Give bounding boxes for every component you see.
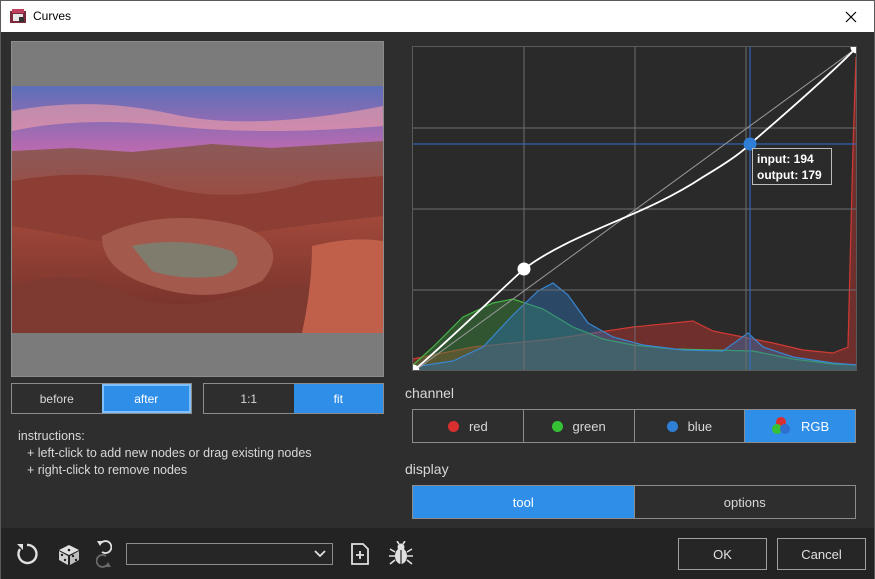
bug-icon: [389, 541, 413, 565]
zoom-1-1-button[interactable]: 1:1: [204, 384, 294, 413]
after-button[interactable]: after: [101, 384, 191, 413]
red-dot-icon: [447, 420, 459, 432]
channel-selector: red green blue RGB: [412, 409, 856, 443]
reset-button[interactable]: [14, 541, 40, 567]
close-button[interactable]: [828, 1, 874, 32]
ok-button[interactable]: OK: [678, 538, 767, 570]
blue-dot-icon: [666, 420, 678, 432]
instructions-line-2: + right-click to remove nodes: [27, 463, 188, 477]
display-options-tab[interactable]: options: [633, 486, 856, 518]
rgb-dots-icon: [772, 417, 791, 434]
undo-icon[interactable]: [96, 540, 112, 554]
channel-label: channel: [405, 385, 455, 401]
tooltip-output: output: 179: [757, 168, 822, 182]
channel-blue-label: blue: [687, 418, 713, 434]
chevron-down-icon: [314, 550, 326, 558]
curve-graph[interactable]: [412, 46, 857, 371]
preset-dropdown[interactable]: [126, 543, 333, 565]
curves-dialog: Curves before after 1:1 fit instructions…: [0, 0, 875, 579]
before-after-toggle: before after: [11, 383, 192, 414]
instructions-heading: instructions:: [18, 429, 85, 443]
undo-redo-group: [94, 537, 114, 571]
channel-blue[interactable]: blue: [635, 410, 746, 442]
window-title: Curves: [33, 9, 72, 23]
instructions: instructions: + left-click to add new no…: [18, 428, 312, 479]
green-dot-icon: [551, 420, 563, 432]
channel-red[interactable]: red: [413, 410, 524, 442]
new-file-icon: [351, 543, 369, 565]
randomize-button[interactable]: [56, 541, 82, 567]
new-preset-button[interactable]: [347, 541, 373, 567]
channel-rgb-label: RGB: [801, 418, 830, 434]
before-button[interactable]: before: [12, 384, 102, 413]
display-label: display: [405, 461, 449, 477]
node-tooltip: input: 194 output: 179: [752, 148, 832, 185]
cancel-button[interactable]: Cancel: [777, 538, 866, 570]
curve-canvas[interactable]: [413, 47, 857, 371]
channel-green-label: green: [572, 418, 606, 434]
display-selector: tool options: [412, 485, 856, 519]
curve-node-1[interactable]: [517, 262, 531, 276]
image-preview: [11, 41, 384, 377]
zoom-toggle: 1:1 fit: [203, 383, 384, 414]
dice-icon: [59, 545, 79, 565]
zoom-fit-button[interactable]: fit: [293, 384, 383, 413]
instructions-line-1: + left-click to add new nodes or drag ex…: [27, 446, 312, 460]
channel-green[interactable]: green: [524, 410, 635, 442]
display-tool-tab[interactable]: tool: [413, 486, 634, 518]
debug-button[interactable]: [388, 541, 414, 567]
app-icon: [10, 9, 26, 23]
close-icon: [845, 11, 857, 22]
title-bar: Curves: [1, 1, 874, 32]
channel-rgb[interactable]: RGB: [745, 410, 855, 442]
tooltip-input: input: 194: [757, 152, 814, 166]
reset-icon: [17, 543, 38, 565]
redo-icon[interactable]: [96, 554, 112, 568]
channel-red-label: red: [468, 418, 488, 434]
preview-image: [12, 86, 383, 333]
